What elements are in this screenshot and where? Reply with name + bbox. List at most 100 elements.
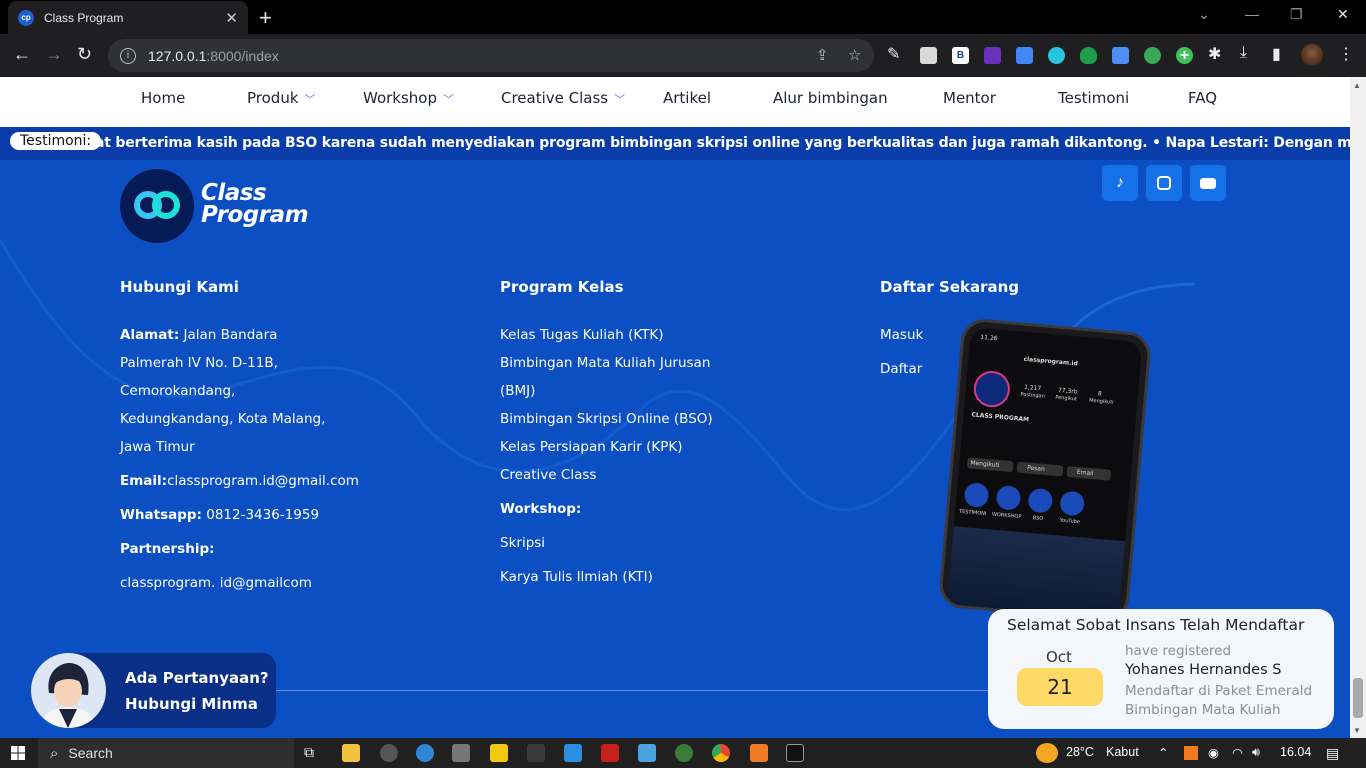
download-icon[interactable]: ⤓ xyxy=(1240,44,1247,62)
puzzle-extensions-icon[interactable]: ✱ xyxy=(1208,44,1221,64)
close-tab-icon[interactable]: ✕ xyxy=(225,9,238,27)
nav-home[interactable]: Home xyxy=(141,89,185,107)
tray-chevron-icon[interactable]: ⌃ xyxy=(1158,745,1168,760)
signup-link[interactable]: Daftar xyxy=(880,355,922,383)
whatsapp-link[interactable]: 0812-3436-1959 xyxy=(206,507,319,523)
page-scrollbar[interactable] xyxy=(1350,77,1366,738)
class-program-logo-icon[interactable] xyxy=(120,169,194,243)
task-view-icon[interactable]: ⧉ xyxy=(304,744,322,762)
volume-icon[interactable]: 🔊︎ xyxy=(1252,745,1260,760)
browser-menu-icon[interactable]: ⋮ xyxy=(1338,44,1354,64)
workshop-link-kti[interactable]: Karya Tulis Ilmiah (KTI) xyxy=(500,563,653,591)
extension-badge-icon[interactable] xyxy=(984,47,1001,64)
chrome-icon[interactable] xyxy=(712,744,730,762)
back-icon[interactable]: ← xyxy=(13,44,31,65)
weather-temp[interactable]: 28°C xyxy=(1066,745,1094,759)
shield-ext-icon[interactable] xyxy=(1080,47,1097,64)
tray-icon[interactable]: ◉ xyxy=(1208,745,1219,760)
tiktok-button[interactable]: ♪ xyxy=(1102,165,1138,201)
program-link-kpk[interactable]: Kelas Persiapan Karir (KPK) xyxy=(500,433,713,461)
power-bi-icon[interactable] xyxy=(490,744,508,762)
app-icon[interactable] xyxy=(452,744,470,762)
vscode-icon[interactable] xyxy=(564,744,582,762)
phone-email-button: Email xyxy=(1066,465,1112,481)
tab-search-icon[interactable]: ⌄ xyxy=(1198,6,1210,23)
scroll-up-icon[interactable]: ▲ xyxy=(1353,81,1361,90)
terminal-icon[interactable] xyxy=(786,744,804,762)
share-icon[interactable]: ⇪ xyxy=(816,46,829,64)
whatsapp-label: Whatsapp: xyxy=(120,507,202,523)
program-link-bmj-cont[interactable]: (BMJ) xyxy=(500,377,713,405)
instagram-button[interactable] xyxy=(1146,165,1182,201)
vpn-ext-icon[interactable] xyxy=(1144,47,1161,64)
xampp-icon[interactable] xyxy=(750,744,768,762)
side-panel-icon[interactable]: ▮ xyxy=(1272,44,1281,64)
windows-start-icon[interactable] xyxy=(11,746,25,760)
nav-faq[interactable]: FAQ xyxy=(1188,89,1217,107)
translate-ext-icon[interactable] xyxy=(1016,47,1033,64)
close-window-icon[interactable]: ✕ xyxy=(1337,6,1349,23)
clock-time[interactable]: 16.04 xyxy=(1280,745,1311,759)
chat-ext-icon[interactable] xyxy=(1048,47,1065,64)
app-icon[interactable] xyxy=(638,744,656,762)
email-link[interactable]: classprogram.id@gmail.com xyxy=(167,473,359,489)
browser-tab[interactable]: cp Class Program ✕ xyxy=(8,1,248,34)
nav-artikel[interactable]: Artikel xyxy=(663,89,711,107)
nav-testimoni[interactable]: Testimoni xyxy=(1058,89,1129,107)
registration-notification[interactable]: Selamat Sobat Insans Telah Mendaftar Oct… xyxy=(988,609,1334,729)
forward-icon[interactable]: → xyxy=(45,44,63,65)
chat-widget[interactable]: Ada Pertanyaan? Hubungi Minma xyxy=(31,653,276,728)
login-link[interactable]: Masuk xyxy=(880,321,923,349)
scroll-down-icon[interactable]: ▼ xyxy=(1353,726,1361,735)
site-navbar: Home Produk ﹀ Workshop ﹀ Creative Class ﹀ A… xyxy=(0,77,1350,127)
reload-icon[interactable]: ↻ xyxy=(77,44,92,65)
program-link-ktk[interactable]: Kelas Tugas Kuliah (KTK) xyxy=(500,321,713,349)
search-icon: ⌕ xyxy=(50,744,59,762)
filezilla-icon[interactable] xyxy=(601,744,619,762)
profile-avatar[interactable] xyxy=(1301,44,1323,66)
scrollbar-thumb[interactable] xyxy=(1353,678,1363,718)
phone-posts-label: Postingan xyxy=(1020,391,1046,400)
register-heading: Daftar Sekarang xyxy=(880,278,1020,296)
weather-desc[interactable]: Kabut xyxy=(1106,745,1139,759)
weather-icon[interactable] xyxy=(1036,743,1058,763)
wifi-icon[interactable]: ◠ xyxy=(1232,745,1243,760)
site-info-icon[interactable]: i xyxy=(120,47,136,64)
app-icon[interactable] xyxy=(380,744,398,762)
add-ext-icon[interactable]: + xyxy=(1176,47,1193,64)
partnership-label: Partnership: xyxy=(120,535,215,563)
nav-alur-bimbingan[interactable]: Alur bimbingan xyxy=(773,89,888,107)
youtube-button[interactable] xyxy=(1190,165,1226,201)
restore-icon[interactable]: ❐ xyxy=(1290,6,1303,23)
app-icon[interactable] xyxy=(527,744,545,762)
new-tab-button[interactable]: + xyxy=(259,5,272,31)
eyedropper-ext-icon[interactable]: ✎ xyxy=(887,44,900,64)
workshop-link-skripsi[interactable]: Skripsi xyxy=(500,529,545,557)
nav-produk-label: Produk xyxy=(247,89,299,107)
minimize-icon[interactable]: — xyxy=(1245,6,1259,22)
bootstrap-ext-icon[interactable]: B xyxy=(952,47,969,64)
taskbar-search[interactable]: ⌕ Search xyxy=(38,738,294,768)
program-link-creative-class[interactable]: Creative Class xyxy=(500,461,713,489)
notification-center-icon[interactable]: ▤ xyxy=(1326,745,1339,762)
extension-icon[interactable] xyxy=(920,47,937,64)
phone-mockup-image: 11.26 classprogram.id 1,217 Postingan 77… xyxy=(937,317,1153,623)
footer-divider xyxy=(275,690,990,691)
nav-mentor[interactable]: Mentor xyxy=(943,89,996,107)
app-icon[interactable] xyxy=(675,744,693,762)
nav-creative-class[interactable]: Creative Class ﹀ xyxy=(501,89,625,107)
address-bar[interactable]: i 127.0.0.1:8000/index ⇪ ☆ xyxy=(108,39,874,72)
program-link-bmj[interactable]: Bimbingan Mata Kuliah Jurusan xyxy=(500,349,713,377)
nav-workshop[interactable]: Workshop ﹀ xyxy=(363,89,454,107)
app-icon[interactable] xyxy=(416,744,434,762)
file-explorer-icon[interactable] xyxy=(342,744,360,762)
bookmark-star-icon[interactable]: ☆ xyxy=(848,46,861,64)
partnership-email[interactable]: classprogram. id@gmailcom xyxy=(120,569,312,597)
xampp-tray-icon[interactable] xyxy=(1184,746,1198,760)
notification-title: Selamat Sobat Insans Telah Mendaftar xyxy=(1007,616,1305,634)
docs-ext-icon[interactable] xyxy=(1112,47,1129,64)
nav-produk[interactable]: Produk ﹀ xyxy=(247,89,316,107)
program-link-bso[interactable]: Bimbingan Skripsi Online (BSO) xyxy=(500,405,713,433)
logo-wordmark[interactable]: Class Program xyxy=(201,182,309,227)
notification-month: Oct xyxy=(1046,648,1072,666)
